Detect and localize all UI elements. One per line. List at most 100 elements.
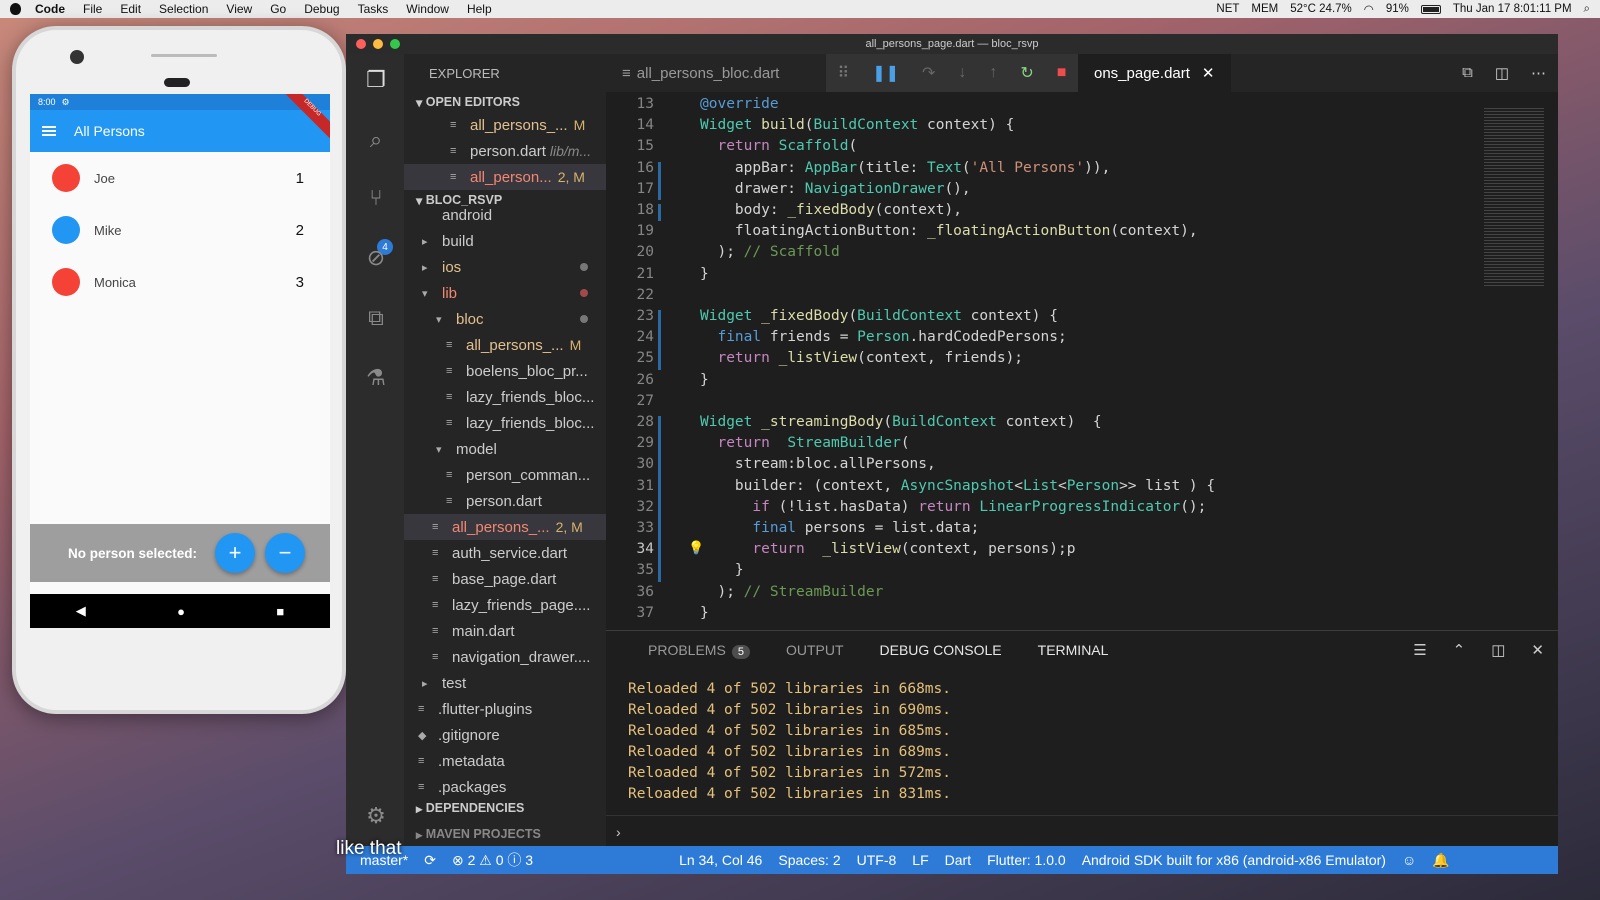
debug-icon[interactable]: ⊘	[362, 244, 390, 272]
code-line[interactable]: ); // StreamBuilder	[700, 584, 883, 600]
tree-item[interactable]: ≡ boelens_bloc_pr...	[404, 358, 606, 384]
tree-item[interactable]: ≡ person_comman...	[404, 462, 606, 488]
tab-all-persons-page[interactable]: ons_page.dart ✕	[1078, 54, 1231, 92]
menu-item-edit[interactable]: Edit	[120, 2, 141, 16]
tree-item[interactable]: ≡ lazy_friends_page....	[404, 592, 606, 618]
tree-item[interactable]: ≡ .flutter-plugins	[404, 696, 606, 722]
code-line[interactable]: builder: (context, AsyncSnapshot<List<Pe…	[700, 478, 1215, 494]
panel-layout-icon[interactable]: ◫	[1491, 641, 1505, 659]
device-selector[interactable]: Android SDK built for x86 (android-x86 E…	[1082, 852, 1386, 868]
tab-all-persons-bloc[interactable]: ≡ all_persons_bloc.dart	[606, 54, 795, 92]
code-line[interactable]: return Scaffold(	[700, 138, 857, 154]
code-line[interactable]: final friends = Person.hardCodedPersons;	[700, 329, 1066, 345]
split-editor-icon[interactable]: ◫	[1495, 64, 1509, 82]
close-tab-icon[interactable]: ✕	[1202, 64, 1215, 82]
clock[interactable]: Thu Jan 17 8:01:11 PM	[1453, 3, 1572, 15]
tree-item[interactable]: ≡ all_persons_... M	[404, 332, 606, 358]
tree-item[interactable]: ▾ lib	[404, 280, 606, 306]
spotlight-icon[interactable]: ⌕	[1584, 3, 1590, 16]
person-list-item[interactable]: Mike 2	[30, 204, 330, 256]
cursor-position[interactable]: Ln 34, Col 46	[679, 852, 762, 868]
code-line[interactable]: if (!list.hasData) return LinearProgress…	[700, 499, 1206, 515]
code-line[interactable]: }	[700, 562, 744, 578]
home-icon[interactable]: ●	[177, 604, 185, 619]
menu-item-file[interactable]: File	[83, 2, 102, 16]
source-control-icon[interactable]: ⑂	[362, 184, 390, 212]
code-line[interactable]: stream:bloc.allPersons,	[700, 456, 936, 472]
maximize-panel-icon[interactable]: ⌃	[1453, 641, 1466, 659]
gear-icon[interactable]: ⚙	[362, 802, 390, 830]
tree-item[interactable]: ≡ lazy_friends_bloc...	[404, 384, 606, 410]
recents-icon[interactable]: ■	[276, 604, 284, 619]
bell-icon[interactable]: 🔔	[1432, 852, 1449, 869]
tree-item[interactable]: ≡ lazy_friends_bloc...	[404, 410, 606, 436]
close-window-button[interactable]	[356, 39, 366, 49]
code-line[interactable]: drawer: NavigationDrawer(),	[700, 181, 971, 197]
close-panel-icon[interactable]: ✕	[1531, 641, 1544, 659]
code-line[interactable]: Widget _fixedBody(BuildContext context) …	[700, 308, 1058, 324]
minimap[interactable]	[1484, 108, 1544, 288]
code-line[interactable]: return StreamBuilder(	[700, 435, 909, 451]
pause-icon[interactable]: ❚❚	[872, 63, 899, 83]
code-line[interactable]: Widget _streamingBody(BuildContext conte…	[700, 414, 1102, 430]
battery-icon[interactable]	[1420, 4, 1441, 14]
search-icon[interactable]: ⌕	[362, 126, 390, 154]
back-icon[interactable]: ◀	[76, 603, 86, 619]
person-list-item[interactable]: Joe 1	[30, 152, 330, 204]
explorer-icon[interactable]: ❐	[362, 66, 390, 94]
open-editor-item[interactable]: ≡ all_person... 2, M	[404, 164, 606, 190]
menu-item-tasks[interactable]: Tasks	[358, 2, 389, 16]
tree-item[interactable]: ◆ .gitignore	[404, 722, 606, 748]
tree-item[interactable]: ▸ test	[404, 670, 606, 696]
feedback-icon[interactable]: ☺	[1402, 852, 1416, 868]
console-input[interactable]: ›	[606, 815, 1558, 847]
problems-indicator[interactable]: ⊗ 2 ⚠ 0 ⓘ 3	[452, 850, 533, 870]
more-actions-icon[interactable]: ⋯	[1531, 64, 1546, 82]
apple-icon[interactable]	[10, 3, 21, 15]
tab-debug-console[interactable]: DEBUG CONSOLE	[880, 642, 1002, 658]
open-changes-icon[interactable]: ⧉	[1462, 64, 1473, 82]
code-line[interactable]: floatingActionButton: _floatingActionBut…	[700, 223, 1198, 239]
tree-item[interactable]: ≡ navigation_drawer....	[404, 644, 606, 670]
maven-section[interactable]: ▸ MAVEN PROJECTS	[404, 824, 606, 844]
encoding[interactable]: UTF-8	[857, 852, 897, 868]
tab-output[interactable]: OUTPUT	[786, 642, 844, 658]
code-line[interactable]: @override	[700, 96, 779, 112]
wifi-icon[interactable]: ◠	[1364, 2, 1374, 16]
code-line[interactable]: }	[700, 372, 709, 388]
tab-terminal[interactable]: TERMINAL	[1038, 642, 1109, 658]
code-line[interactable]: }	[700, 266, 709, 282]
flutter-version[interactable]: Flutter: 1.0.0	[987, 852, 1066, 868]
code-line[interactable]: Widget build(BuildContext context) {	[700, 117, 1014, 133]
tree-item[interactable]: ▾ bloc	[404, 306, 606, 332]
menu-item-selection[interactable]: Selection	[159, 2, 208, 16]
restart-icon[interactable]: ↻	[1020, 63, 1033, 83]
language-mode[interactable]: Dart	[945, 852, 971, 868]
dependencies-section[interactable]: ▸ DEPENDENCIES	[404, 798, 606, 818]
tab-problems[interactable]: PROBLEMS 5	[648, 642, 750, 659]
sync-icon[interactable]: ⟳	[424, 852, 436, 869]
indentation[interactable]: Spaces: 2	[778, 852, 840, 868]
menu-icon[interactable]	[42, 126, 56, 136]
remove-button[interactable]: −	[265, 533, 306, 573]
tree-item[interactable]: ▾ model	[404, 436, 606, 462]
end-of-line[interactable]: LF	[912, 852, 928, 868]
menu-item-debug[interactable]: Debug	[304, 2, 339, 16]
tree-item[interactable]: ▸ build	[404, 228, 606, 254]
person-list-item[interactable]: Monica 3	[30, 256, 330, 308]
tree-item[interactable]: ≡ all_persons_... 2, M	[404, 514, 606, 540]
zoom-window-button[interactable]	[390, 39, 400, 49]
code-line[interactable]: return _listView(context, friends);	[700, 350, 1023, 366]
drag-handle-icon[interactable]: ⠿	[837, 63, 849, 83]
menu-item-go[interactable]: Go	[270, 2, 286, 16]
code-line[interactable]: return _listView(context, persons);p	[700, 541, 1075, 557]
tree-item[interactable]: ≡ base_page.dart	[404, 566, 606, 592]
step-over-icon[interactable]: ↷	[922, 63, 935, 83]
code-line[interactable]: body: _fixedBody(context),	[700, 202, 962, 218]
add-button[interactable]: +	[215, 533, 256, 573]
code-line[interactable]: appBar: AppBar(title: Text('All Persons'…	[700, 160, 1110, 176]
tree-item[interactable]: ≡ main.dart	[404, 618, 606, 644]
open-editors-section[interactable]: ▾ OPEN EDITORS	[404, 92, 606, 112]
stop-icon[interactable]: ■	[1057, 64, 1067, 82]
tree-item[interactable]: ≡ auth_service.dart	[404, 540, 606, 566]
